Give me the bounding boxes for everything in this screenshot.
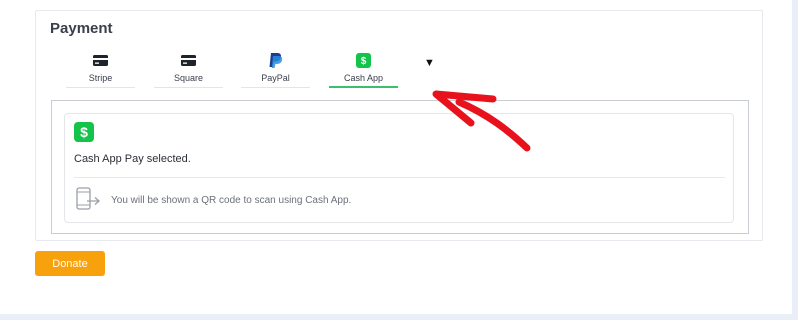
- qr-code-message: You will be shown a QR code to scan usin…: [111, 195, 352, 206]
- cash-app-panel: $ Cash App Pay selected. You will be sho…: [51, 100, 749, 234]
- credit-card-icon: [93, 55, 108, 66]
- tab-square-label: Square: [173, 73, 204, 83]
- payment-heading: Payment: [50, 20, 113, 37]
- cash-app-icon: $: [356, 53, 371, 68]
- tab-cash-app[interactable]: $ Cash App: [329, 52, 398, 88]
- donate-button[interactable]: Donate: [35, 251, 105, 276]
- payment-card: Payment Stripe Square PayPal $ Cash App …: [35, 10, 763, 241]
- tab-square[interactable]: Square: [154, 52, 223, 88]
- cash-app-pay-box: $ Cash App Pay selected. You will be sho…: [64, 113, 734, 223]
- tab-paypal[interactable]: PayPal: [241, 52, 310, 88]
- credit-card-icon: [181, 55, 196, 66]
- cash-app-selected-text: Cash App Pay selected.: [74, 153, 191, 165]
- page: Payment Stripe Square PayPal $ Cash App …: [0, 0, 792, 314]
- svg-text:$: $: [80, 124, 88, 140]
- phone-scan-icon: [76, 187, 100, 210]
- tab-stripe-label: Stripe: [88, 73, 113, 83]
- divider: [74, 177, 725, 178]
- cash-app-logo-icon: $: [74, 122, 94, 142]
- svg-text:$: $: [361, 56, 367, 67]
- paypal-icon: [269, 53, 283, 68]
- red-arrow-annotation: [432, 90, 531, 152]
- tab-cash-app-label: Cash App: [343, 73, 384, 83]
- caret-down-icon: ▼: [424, 57, 435, 69]
- tab-paypal-label: PayPal: [261, 73, 290, 83]
- tab-stripe[interactable]: Stripe: [66, 52, 135, 88]
